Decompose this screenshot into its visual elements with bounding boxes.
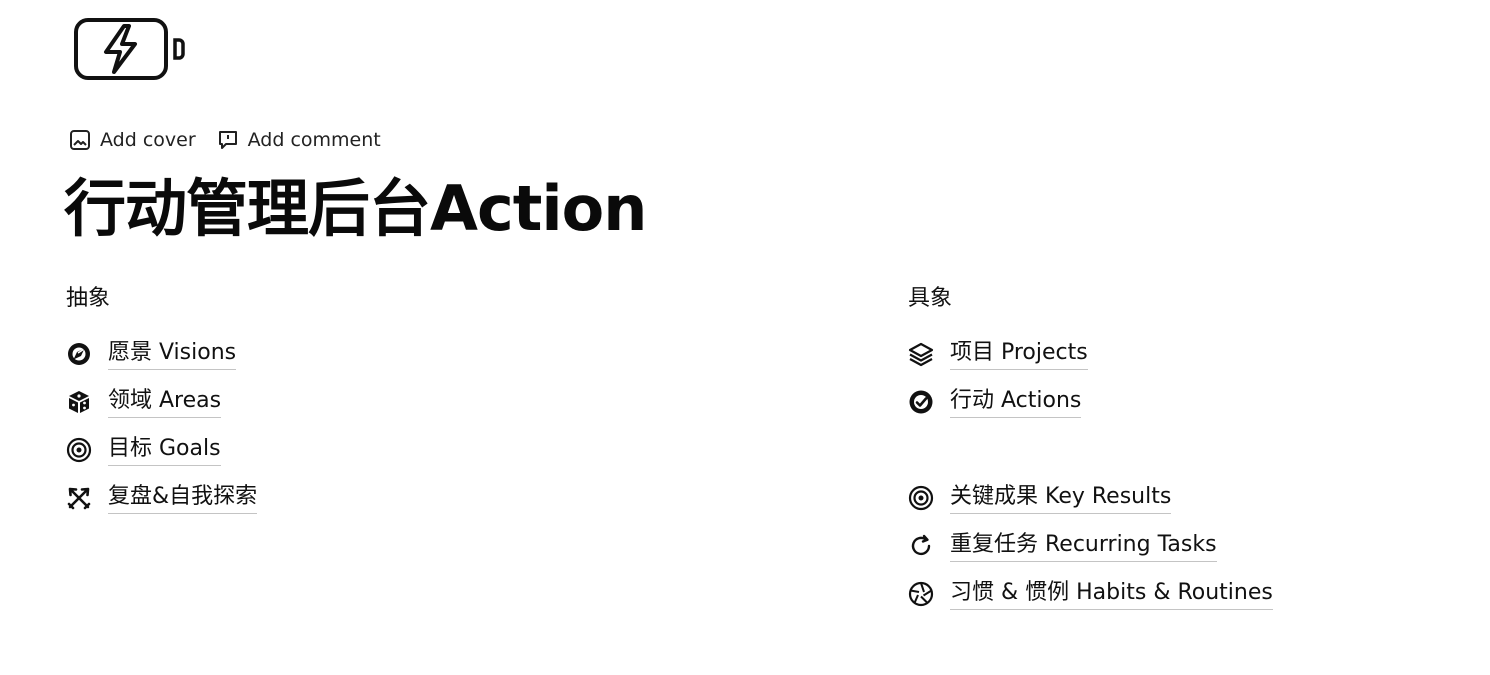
- page-link-goals[interactable]: 目标 Goals: [66, 426, 257, 474]
- image-icon: [68, 128, 92, 152]
- aperture-icon: [908, 581, 934, 607]
- column-heading-abstract: 抽象: [66, 286, 111, 311]
- page-link-label: 愿景 Visions: [108, 338, 237, 370]
- crossed-swords-icon: [66, 485, 92, 511]
- check-circle-icon: [908, 389, 934, 415]
- page-link-visions[interactable]: 愿景 Visions: [66, 330, 257, 378]
- page-controls: Add cover Add comment: [68, 128, 381, 152]
- empty-block: [908, 426, 1273, 474]
- page-link-label: 目标 Goals: [108, 434, 221, 466]
- page-link-label: 领域 Areas: [108, 386, 222, 418]
- page-link-label: 重复任务 Recurring Tasks: [950, 530, 1217, 562]
- page-link-key-results[interactable]: 关键成果 Key Results: [908, 474, 1273, 522]
- add-cover-button[interactable]: Add cover: [68, 128, 196, 152]
- page-link-label: 项目 Projects: [950, 338, 1088, 370]
- add-comment-label: Add comment: [247, 129, 381, 151]
- left-column: 抽象 愿景 Visions 领域 Areas 目标 Goals 复盘&自我探索: [66, 284, 258, 522]
- comment-icon: [216, 128, 240, 152]
- page-link-areas[interactable]: 领域 Areas: [66, 378, 257, 426]
- page-link-label: 行动 Actions: [950, 386, 1082, 418]
- add-cover-label: Add cover: [100, 129, 196, 151]
- page-link-label: 习惯 & 惯例 Habits & Routines: [950, 578, 1273, 610]
- page-link-projects[interactable]: 项目 Projects: [908, 330, 1273, 378]
- page-link-review[interactable]: 复盘&自我探索: [66, 474, 258, 522]
- refresh-icon: [908, 533, 934, 559]
- right-column: 具象 项目 Projects 行动 Actions 关键成果 Key Resul…: [908, 284, 1273, 618]
- compass-icon: [66, 341, 92, 367]
- page-link-label: 关键成果 Key Results: [950, 482, 1172, 514]
- add-comment-button[interactable]: Add comment: [216, 128, 381, 152]
- page-link-label: 复盘&自我探索: [108, 482, 258, 514]
- column-heading-concrete: 具象: [908, 286, 953, 311]
- layers-icon: [908, 341, 934, 367]
- battery-charging-icon[interactable]: [72, 16, 190, 82]
- notion-page: Add cover Add comment 行动管理后台Action 抽象 愿景…: [0, 0, 1490, 675]
- page-link-recurring-tasks[interactable]: 重复任务 Recurring Tasks: [908, 522, 1273, 570]
- cube-icon: [66, 389, 92, 415]
- target-icon: [66, 437, 92, 463]
- page-link-actions[interactable]: 行动 Actions: [908, 378, 1273, 426]
- page-title[interactable]: 行动管理后台Action: [64, 170, 647, 248]
- page-link-habits-routines[interactable]: 习惯 & 惯例 Habits & Routines: [908, 570, 1273, 618]
- target-icon: [908, 485, 934, 511]
